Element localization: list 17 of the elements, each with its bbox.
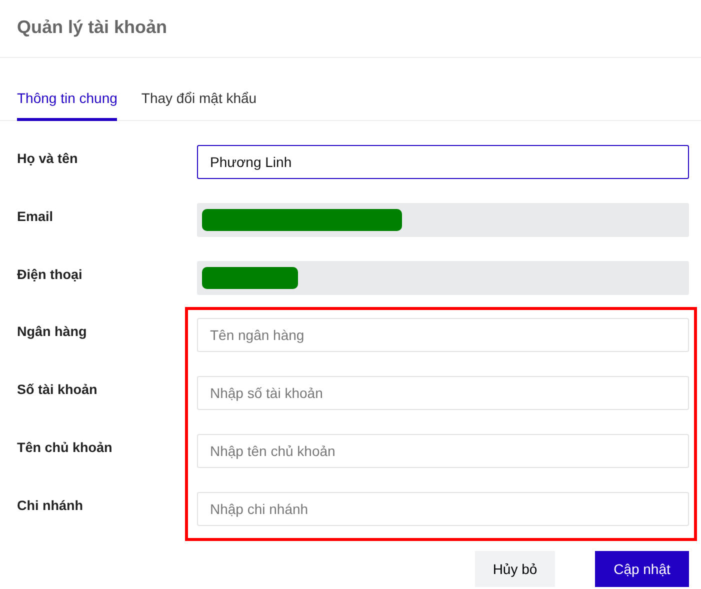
cancel-button[interactable]: Hủy bỏ xyxy=(475,551,555,587)
field-label: Điện thoại xyxy=(17,266,84,284)
input-field[interactable]: Tên ngân hàng xyxy=(197,318,689,352)
input-field[interactable]: Nhập chi nhánh xyxy=(197,492,689,526)
input-field[interactable]: Nhập tên chủ khoản xyxy=(197,434,689,468)
page-title: Quản lý tài khoản xyxy=(17,16,168,39)
field-label: Số tài khoản xyxy=(17,381,98,399)
field-label: Tên chủ khoản xyxy=(17,439,114,457)
input-field[interactable]: Phương Linh xyxy=(197,145,689,179)
field-label: Email xyxy=(17,208,54,226)
tab[interactable]: Thông tin chung xyxy=(17,82,118,121)
field-label: Chi nhánh xyxy=(17,497,84,515)
field-label: Ngân hàng xyxy=(17,323,88,341)
field-label: Họ và tên xyxy=(17,150,79,168)
tab[interactable]: Thay đổi mật khẩu xyxy=(141,82,257,121)
input-field[interactable]: Nhập số tài khoản xyxy=(197,376,689,410)
update-button[interactable]: Cập nhật xyxy=(595,551,689,587)
